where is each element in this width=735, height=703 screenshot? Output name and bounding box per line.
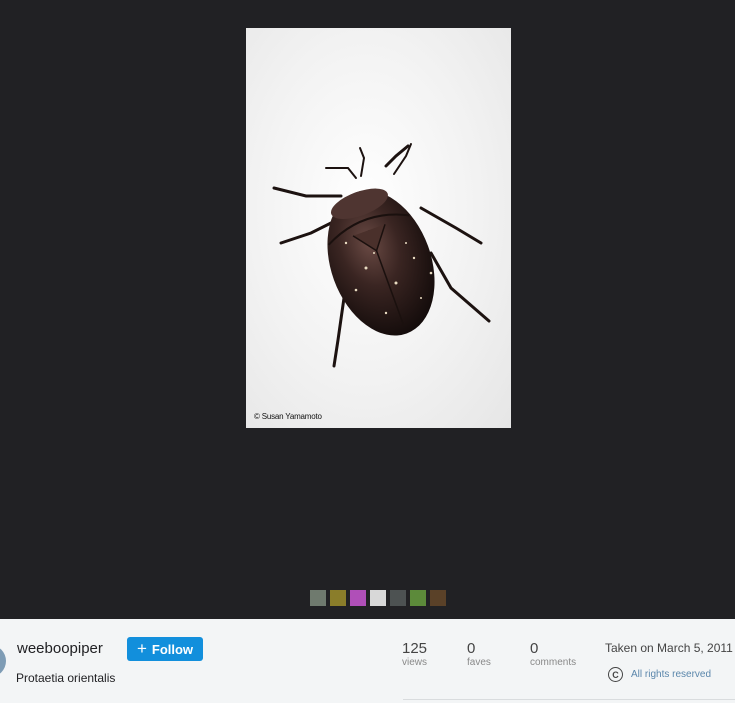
filmstrip — [310, 590, 446, 606]
thumb-1[interactable] — [310, 590, 326, 606]
license-info: C All rights reserved — [608, 667, 711, 682]
avatar[interactable] — [0, 645, 6, 677]
comments-label: comments — [530, 657, 577, 668]
photo-info-panel: weeboopiper + Follow Protaetia orientali… — [0, 619, 735, 703]
thumb-2[interactable] — [330, 590, 346, 606]
photo-title: Protaetia orientalis — [16, 671, 116, 685]
stat-views: 125 views — [402, 641, 427, 669]
photo-watermark: © Susan Yamamoto — [254, 412, 322, 421]
main-photo[interactable]: © Susan Yamamoto — [246, 28, 511, 428]
license-link[interactable]: All rights reserved — [631, 669, 711, 680]
date-taken[interactable]: Taken on March 5, 2011 — [605, 641, 733, 655]
thumb-5[interactable] — [390, 590, 406, 606]
follow-label: Follow — [151, 641, 194, 657]
follow-button[interactable]: + Follow — [127, 637, 203, 661]
copyright-icon: C — [608, 667, 623, 682]
views-label: views — [402, 657, 428, 668]
faves-label: faves — [467, 657, 491, 668]
stat-comments: 0 comments — [530, 641, 576, 669]
plus-icon: + — [136, 638, 147, 658]
stat-faves: 0 faves — [467, 641, 491, 669]
thumb-4[interactable] — [370, 590, 386, 606]
thumb-6[interactable] — [410, 590, 426, 606]
owner-username[interactable]: weeboopiper — [17, 640, 103, 657]
photo-viewer: © Susan Yamamoto — [0, 0, 735, 619]
faves-count: 0 — [467, 640, 476, 657]
views-count: 125 — [402, 640, 428, 657]
thumb-7[interactable] — [430, 590, 446, 606]
beetle-image — [272, 143, 491, 368]
comments-count: 0 — [530, 640, 539, 657]
divider — [403, 699, 735, 700]
thumb-3[interactable] — [350, 590, 366, 606]
